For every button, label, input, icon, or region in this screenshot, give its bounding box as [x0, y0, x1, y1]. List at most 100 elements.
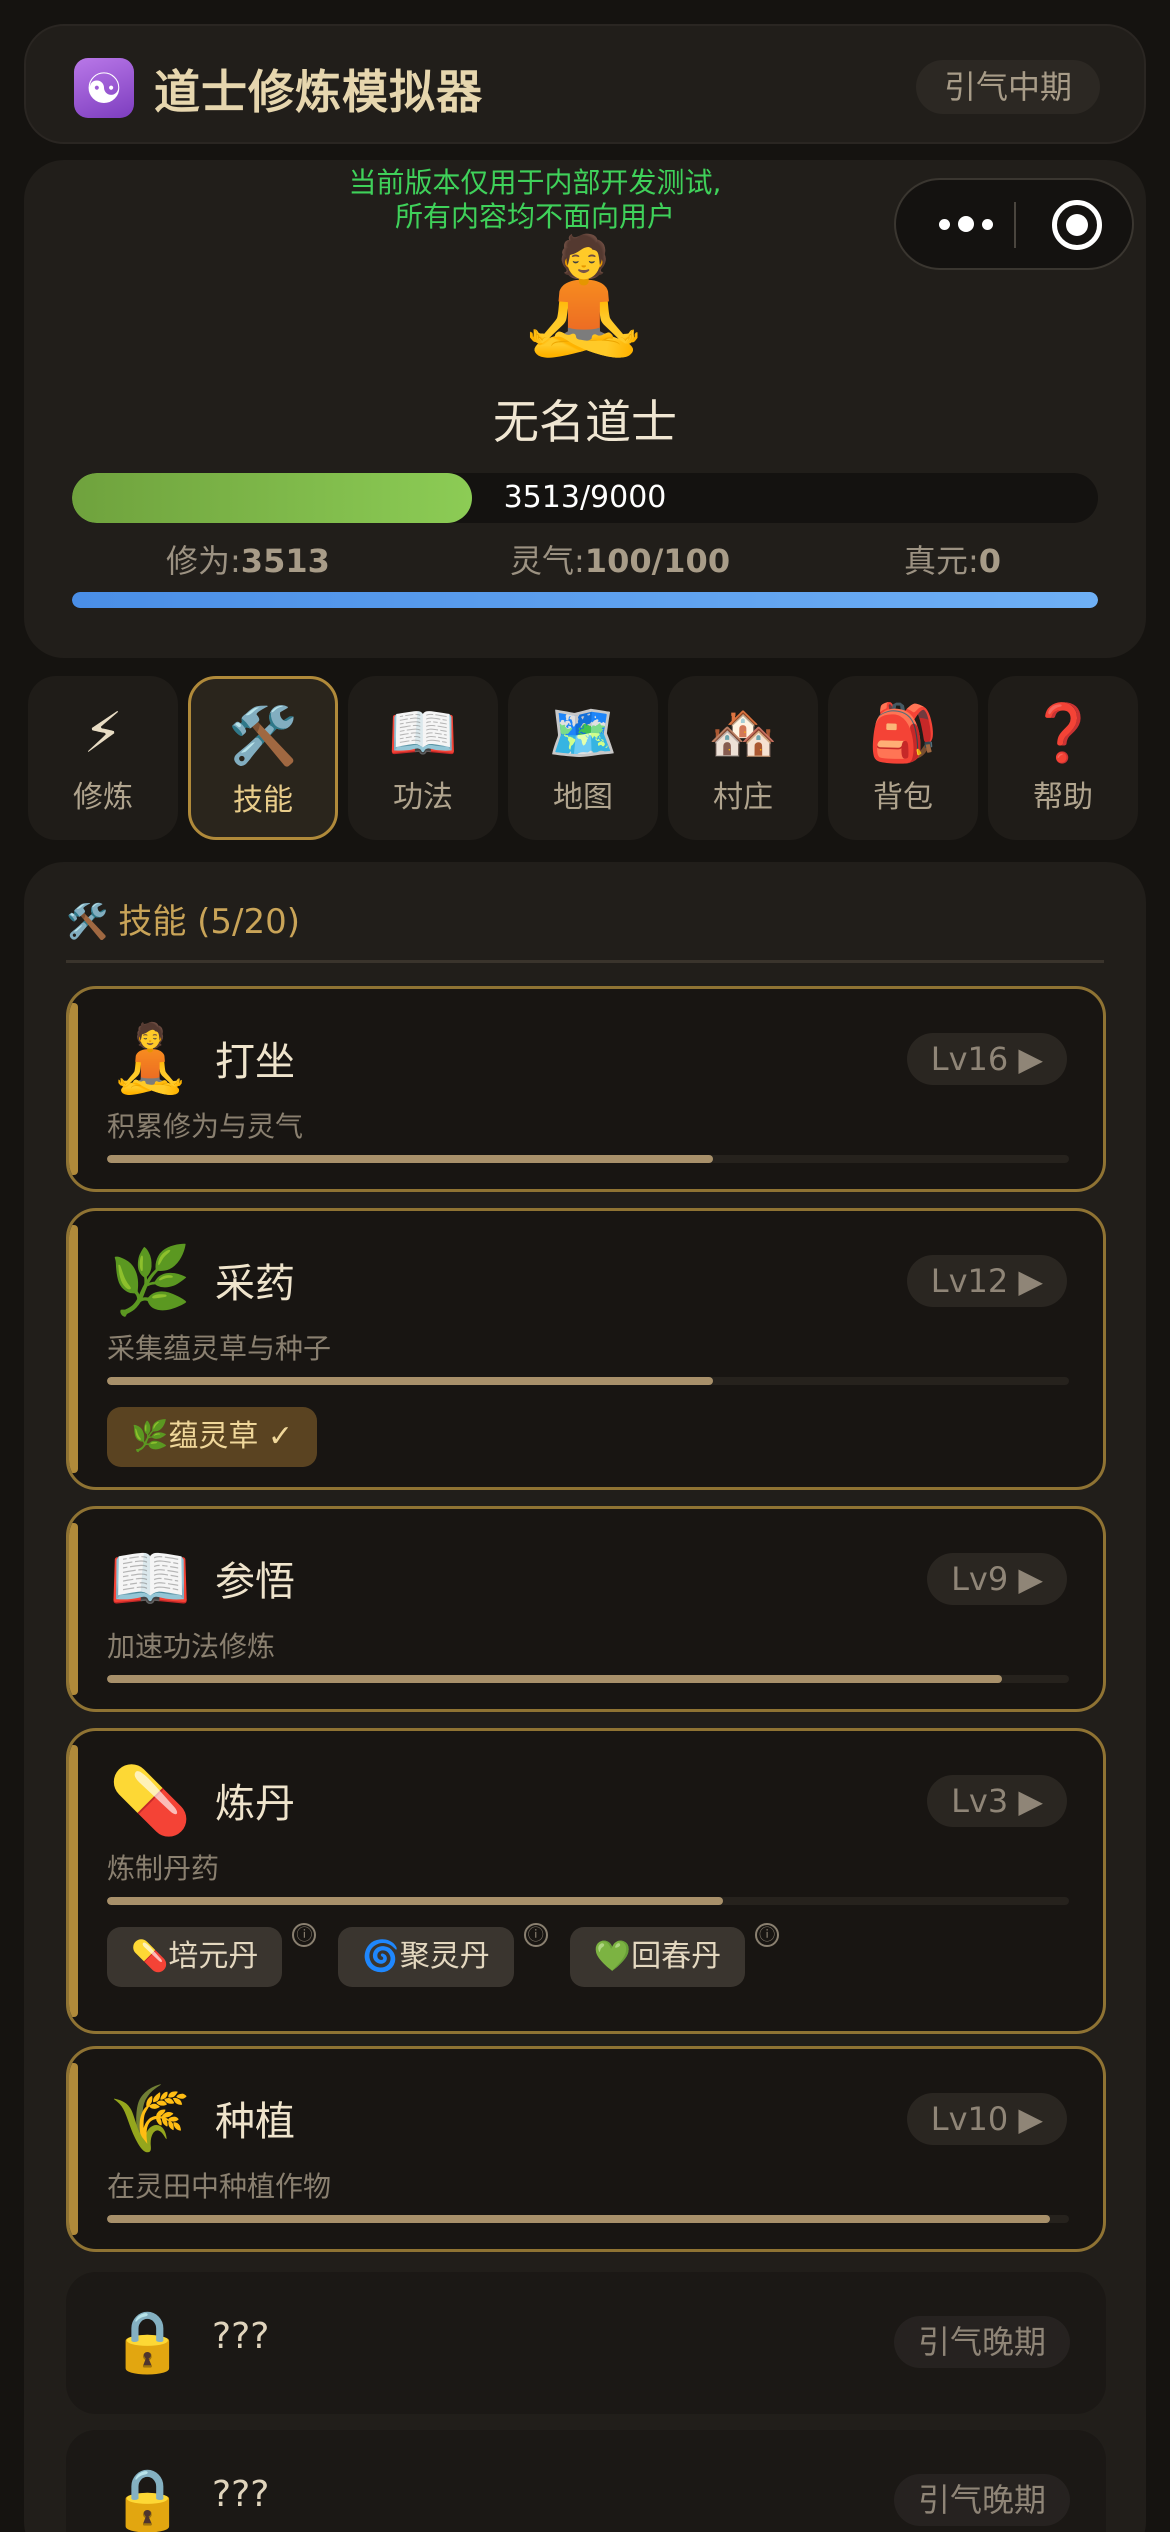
tab-3[interactable]: 🗺️ 地图 [508, 676, 658, 840]
locked-skill-name: ??? [212, 2474, 270, 2515]
skill-level-button[interactable]: Lv12 ▶ [906, 1255, 1067, 1307]
exp-progress-bar: 3513/9000 [72, 473, 1098, 523]
stat-lingqi: 灵气:100/100 [510, 536, 730, 582]
herb-icon: 🌿 [109, 1242, 192, 1319]
tab-label: 地图 [553, 780, 613, 815]
close-miniprogram-button[interactable] [1052, 200, 1102, 250]
tab-label: 帮助 [1033, 780, 1093, 815]
tab-label: 修炼 [73, 780, 133, 815]
skill-description: 炼制丹药 [107, 1852, 220, 1885]
info-icon[interactable]: ⓘ [292, 1923, 317, 1947]
skill-card[interactable]: 🌾 种植 Lv10 ▶ 在灵田中种植作物 [66, 2046, 1106, 2252]
stat-xiuwei-value: 3513 [240, 542, 330, 580]
tools-icon: 🛠️ [228, 704, 298, 769]
skill-accent [69, 1225, 78, 1473]
app-title: 道士修炼模拟器 [154, 65, 483, 119]
miniprogram-capsule [894, 178, 1134, 270]
skill-description: 加速功法修炼 [107, 1630, 276, 1663]
recipe-label: 培元丹 [168, 1939, 259, 1974]
skills-header: 🛠️ 技能 (5/20) [66, 894, 300, 943]
question-icon: ❓ [1028, 701, 1098, 766]
skill-name: 采药 [215, 1261, 295, 1307]
profile-card: 当前版本仅用于内部开发测试, 所有内容均不面向用户 🧘 无名道士 3513/90… [24, 160, 1146, 658]
stat-lingqi-value: 100/100 [584, 542, 731, 580]
skill-card[interactable]: 🧘 打坐 Lv16 ▶ 积累修为与灵气 [66, 986, 1106, 1192]
divider [66, 960, 1104, 963]
exp-progress-text: 3513/9000 [503, 480, 667, 515]
recipe-label: 聚灵丹 [399, 1939, 490, 1974]
skill-progress-fill [107, 1675, 1002, 1683]
recipe-chip[interactable]: 🌿 蕴灵草 ✓ [107, 1407, 318, 1467]
lightning-icon: ⚡ [83, 701, 123, 766]
tab-4[interactable]: 🏘️ 村庄 [668, 676, 818, 840]
stat-zhenyuan: 真元:0 [904, 536, 1001, 582]
tab-2[interactable]: 📖 功法 [348, 676, 498, 840]
lock-icon: 🔒 [110, 2307, 185, 2377]
skill-progress-bar [107, 1675, 1069, 1683]
recipe-icon: 🌀 [362, 1939, 400, 1974]
tab-0[interactable]: ⚡ 修炼 [28, 676, 178, 840]
pill-icon: 💊 [109, 1762, 192, 1839]
skill-card[interactable]: 🌿 采药 Lv12 ▶ 采集蕴灵草与种子 🌿 蕴灵草 ✓ [66, 1208, 1106, 1490]
skill-name: 参悟 [215, 1559, 295, 1605]
dev-notice-line1: 当前版本仅用于内部开发测试, [348, 166, 722, 199]
mana-progress-bar [72, 592, 1098, 608]
skill-accent [69, 1523, 78, 1695]
info-icon[interactable]: ⓘ [523, 1923, 548, 1947]
skills-panel: 🛠️ 技能 (5/20) 🧘 打坐 Lv16 ▶ 积累修为与灵气 🌿 采药 Lv12 ▶ 采集蕴… [24, 862, 1146, 2532]
mana-progress-fill [72, 592, 1098, 608]
unlock-requirement-badge: 引气晚期 [893, 2316, 1070, 2368]
lock-icon: 🔒 [110, 2465, 185, 2532]
skill-progress-bar [107, 1155, 1069, 1163]
locked-skill-name: ??? [212, 2316, 270, 2357]
skill-progress-bar [107, 1377, 1069, 1385]
skill-progress-fill [107, 1377, 714, 1385]
recipe-chip[interactable]: 💊 培元丹 ⓘ [107, 1923, 317, 1987]
tab-label: 村庄 [713, 780, 773, 815]
recipe-chip-row: 🌿 蕴灵草 ✓ [107, 1407, 318, 1467]
skill-name: 种植 [215, 2099, 295, 2145]
skill-description: 积累修为与灵气 [107, 1110, 304, 1143]
realm-badge[interactable]: 引气中期 [915, 60, 1100, 114]
recipe-icon: 🌿 [131, 1419, 169, 1454]
skill-level-button[interactable]: Lv16 ▶ [906, 1033, 1067, 1085]
skill-level-button[interactable]: Lv10 ▶ [906, 2093, 1067, 2145]
tab-label: 背包 [873, 780, 933, 815]
recipe-chip[interactable]: 💚 回春丹 ⓘ [569, 1923, 780, 1987]
skill-name: 炼丹 [215, 1781, 295, 1827]
recipe-icon: 💊 [131, 1939, 169, 1974]
yin-yang-icon: ☯ [74, 58, 134, 118]
map-icon: 🗺️ [548, 701, 618, 766]
recipe-label: 回春丹 [631, 1939, 722, 1974]
recipe-icon: 💚 [593, 1939, 632, 1974]
more-menu-button[interactable] [926, 180, 1006, 268]
book-icon: 📖 [109, 1540, 192, 1617]
tab-5[interactable]: 🎒 背包 [828, 676, 978, 840]
main-nav: ⚡ 修炼 🛠️ 技能 📖 功法 🗺️ 地图 🏘️ 村庄 🎒 背包 ❓ 帮助 [28, 676, 1144, 840]
tab-label: 技能 [233, 783, 293, 818]
meditation-icon: 🧘 [109, 1020, 192, 1097]
logo-glyph: ☯ [85, 63, 123, 113]
avatar: 🧘 [514, 231, 654, 361]
recipe-label: 蕴灵草 ✓ [168, 1419, 294, 1454]
skill-level-button[interactable]: Lv9 ▶ [927, 1553, 1067, 1605]
recipe-chip-row: 💊 培元丹 ⓘ 🌀 聚灵丹 ⓘ 💚 回春丹 ⓘ [107, 1923, 780, 1987]
skill-progress-fill [107, 1897, 723, 1905]
skill-card[interactable]: 📖 参悟 Lv9 ▶ 加速功法修炼 [66, 1506, 1106, 1712]
skill-card[interactable]: 💊 炼丹 Lv3 ▶ 炼制丹药 💊 培元丹 ⓘ 🌀 聚灵丹 ⓘ 💚 回春丹 ⓘ [66, 1728, 1106, 2034]
skill-progress-fill [107, 2215, 1050, 2223]
recipe-chip[interactable]: 🌀 聚灵丹 ⓘ [338, 1923, 548, 1987]
skill-description: 在灵田中种植作物 [107, 2170, 332, 2203]
skills-header-label: 技能 (5/20) [118, 902, 301, 942]
locked-skill-card: 🔒??? 引气晚期 [66, 2430, 1106, 2532]
tab-1[interactable]: 🛠️ 技能 [188, 676, 338, 840]
stat-zhenyuan-label: 真元: [904, 542, 979, 580]
app-header: ☯ 道士修炼模拟器 引气中期 [24, 24, 1146, 144]
rice-icon: 🌾 [109, 2080, 192, 2157]
skill-level-button[interactable]: Lv3 ▶ [927, 1775, 1067, 1827]
tools-icon: 🛠️ [66, 902, 109, 942]
info-icon[interactable]: ⓘ [755, 1923, 780, 1947]
tab-label: 功法 [393, 780, 453, 815]
skill-progress-bar [107, 1897, 1069, 1905]
tab-6[interactable]: ❓ 帮助 [988, 676, 1138, 840]
